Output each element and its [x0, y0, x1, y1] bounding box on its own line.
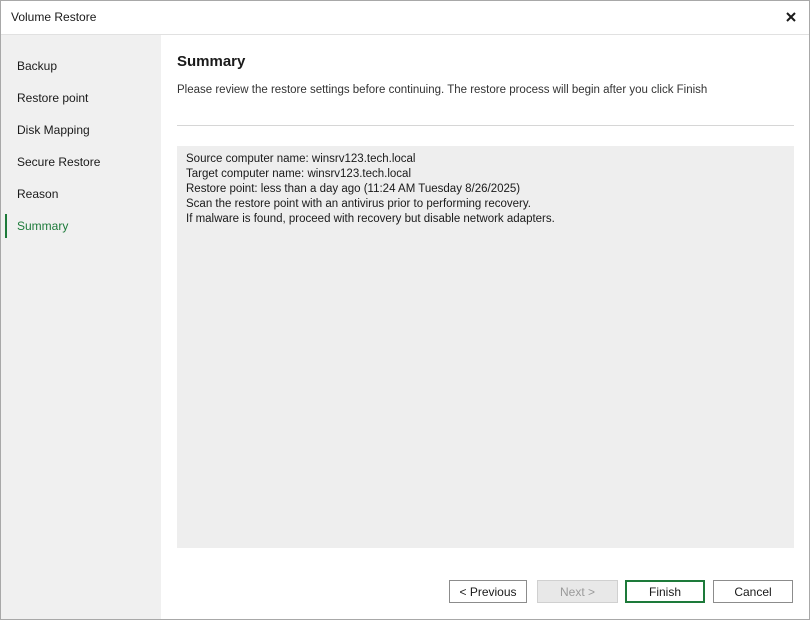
sidebar-item-backup[interactable]: Backup: [1, 54, 161, 78]
title-bar: Volume Restore: [1, 1, 809, 35]
window-title: Volume Restore: [11, 10, 97, 24]
summary-line: Target computer name: winsrv123.tech.loc…: [186, 168, 411, 180]
summary-line: Restore point: less than a day ago (11:2…: [186, 183, 521, 195]
close-icon: [786, 12, 796, 22]
sidebar-item-disk-mapping[interactable]: Disk Mapping: [1, 118, 161, 142]
summary-line: Scan the restore point with an antivirus…: [186, 198, 531, 210]
previous-button[interactable]: < Previous: [449, 580, 527, 603]
page-title: Summary: [177, 53, 246, 70]
volume-restore-dialog: Volume Restore Backup Restore point Disk…: [0, 0, 810, 620]
summary-line: Source computer name: winsrv123.tech.loc…: [186, 153, 416, 165]
summary-line: If malware is found, proceed with recove…: [186, 213, 555, 225]
page-subtitle: Please review the restore settings befor…: [177, 84, 708, 96]
summary-text-area[interactable]: Source computer name: winsrv123.tech.loc…: [177, 146, 794, 548]
wizard-sidebar: Backup Restore point Disk Mapping Secure…: [1, 35, 161, 619]
sidebar-item-secure-restore[interactable]: Secure Restore: [1, 150, 161, 174]
sidebar-item-reason[interactable]: Reason: [1, 182, 161, 206]
finish-button[interactable]: Finish: [625, 580, 705, 603]
close-button[interactable]: [779, 5, 803, 29]
cancel-button[interactable]: Cancel: [713, 580, 793, 603]
next-button[interactable]: Next >: [537, 580, 618, 603]
sidebar-item-restore-point[interactable]: Restore point: [1, 86, 161, 110]
sidebar-item-summary[interactable]: Summary: [1, 214, 161, 238]
header-divider: [177, 125, 794, 126]
